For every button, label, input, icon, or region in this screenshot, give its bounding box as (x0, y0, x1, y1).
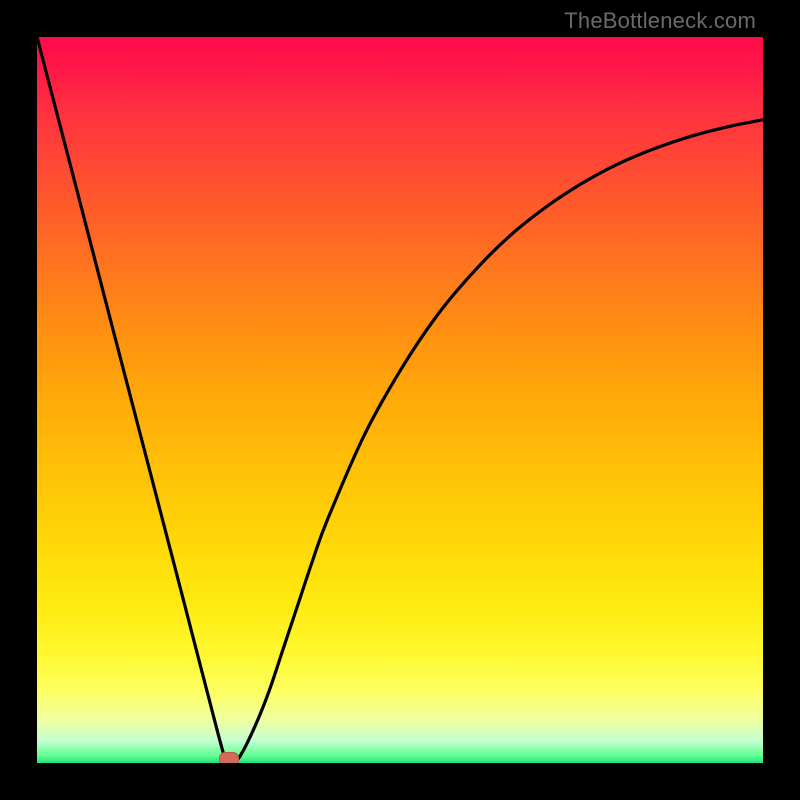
chart-plot-area (37, 37, 763, 763)
bottleneck-curve (37, 37, 763, 763)
watermark-text: TheBottleneck.com (564, 8, 756, 34)
minimum-marker (219, 752, 239, 763)
